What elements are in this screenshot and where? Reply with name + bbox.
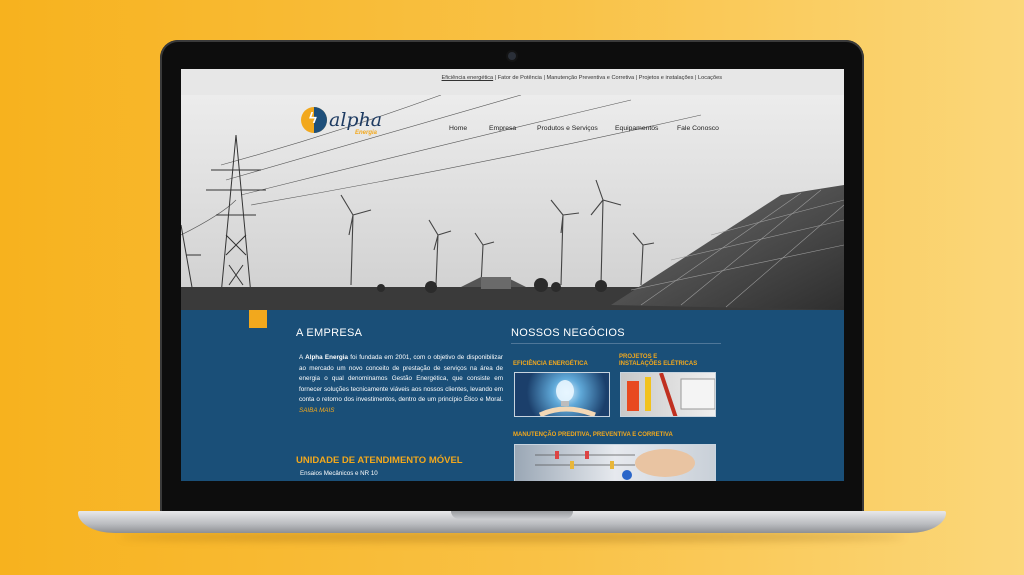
- laptop-lid: Eficiência energética | Fator de Potênci…: [160, 40, 864, 515]
- top-link-eficiencia[interactable]: Eficiência energética: [442, 75, 494, 81]
- hero-banner: ϟ alpha Energia Home Empresa Produtos e …: [181, 95, 844, 310]
- mobile-unit-item: Ensaios Mecânicos e NR 10: [300, 470, 378, 477]
- business-manutencao-label[interactable]: MANUTENÇÃO PREDITIVA, PREVENTIVA E CORRE…: [513, 432, 673, 439]
- top-links: Eficiência energética | Fator de Potênci…: [441, 75, 722, 81]
- lightbulb-icon: [538, 380, 596, 416]
- nav-produtos[interactable]: Produtos e Serviços: [537, 125, 598, 132]
- saiba-mais-link[interactable]: SAIBA MAIS: [299, 407, 334, 414]
- business-eficiencia-image[interactable]: [514, 372, 610, 417]
- laptop-screen: Eficiência energética | Fator de Potênci…: [181, 69, 844, 481]
- company-name: Alpha Energia: [305, 354, 349, 361]
- nav-fale-conosco[interactable]: Fale Conosco: [677, 125, 719, 132]
- laptop-notch: [451, 511, 573, 519]
- webcam: [508, 52, 516, 60]
- business-projetos-label[interactable]: PROJETOS E INSTALAÇÕES ELÉTRICAS: [619, 354, 697, 368]
- nav-empresa[interactable]: Empresa: [489, 125, 516, 132]
- nav-home[interactable]: Home: [449, 125, 467, 132]
- business-eficiencia-label[interactable]: EFICIÊNCIA ENERGÉTICA: [513, 361, 588, 368]
- top-bar: Eficiência energética | Fator de Potênci…: [181, 69, 844, 95]
- about-title: A EMPRESA: [296, 327, 363, 339]
- about-text: A Alpha Energia foi fundada em 2001, com…: [299, 354, 503, 414]
- business-title: NOSSOS NEGÓCIOS: [511, 327, 625, 339]
- tools-icon: [627, 373, 715, 416]
- laptop-base: [78, 511, 946, 533]
- top-link-projetos[interactable]: Projetos e instalações: [639, 75, 694, 81]
- mobile-unit-title: UNIDADE DE ATENDIMENTO MÓVEL: [296, 455, 463, 466]
- business-divider: [511, 343, 721, 344]
- business-projetos-image[interactable]: [620, 372, 716, 417]
- laptop-shadow: [120, 532, 904, 542]
- business-manutencao-image[interactable]: [514, 444, 716, 481]
- nav-equipamentos[interactable]: Equipamentos: [615, 125, 658, 132]
- top-link-fator[interactable]: Fator de Potência: [498, 75, 542, 81]
- electrical-panel-icon: [535, 449, 695, 480]
- deco-square: [249, 310, 267, 328]
- content-section: A EMPRESA A Alpha Energia foi fundada em…: [181, 310, 844, 481]
- top-link-locacoes[interactable]: Locações: [698, 75, 722, 81]
- top-link-manutencao[interactable]: Manutenção Preventiva e Corretiva: [546, 75, 634, 81]
- main-nav: Home Empresa Produtos e Serviços Equipam…: [181, 125, 844, 139]
- bolt-icon: ϟ: [309, 110, 317, 127]
